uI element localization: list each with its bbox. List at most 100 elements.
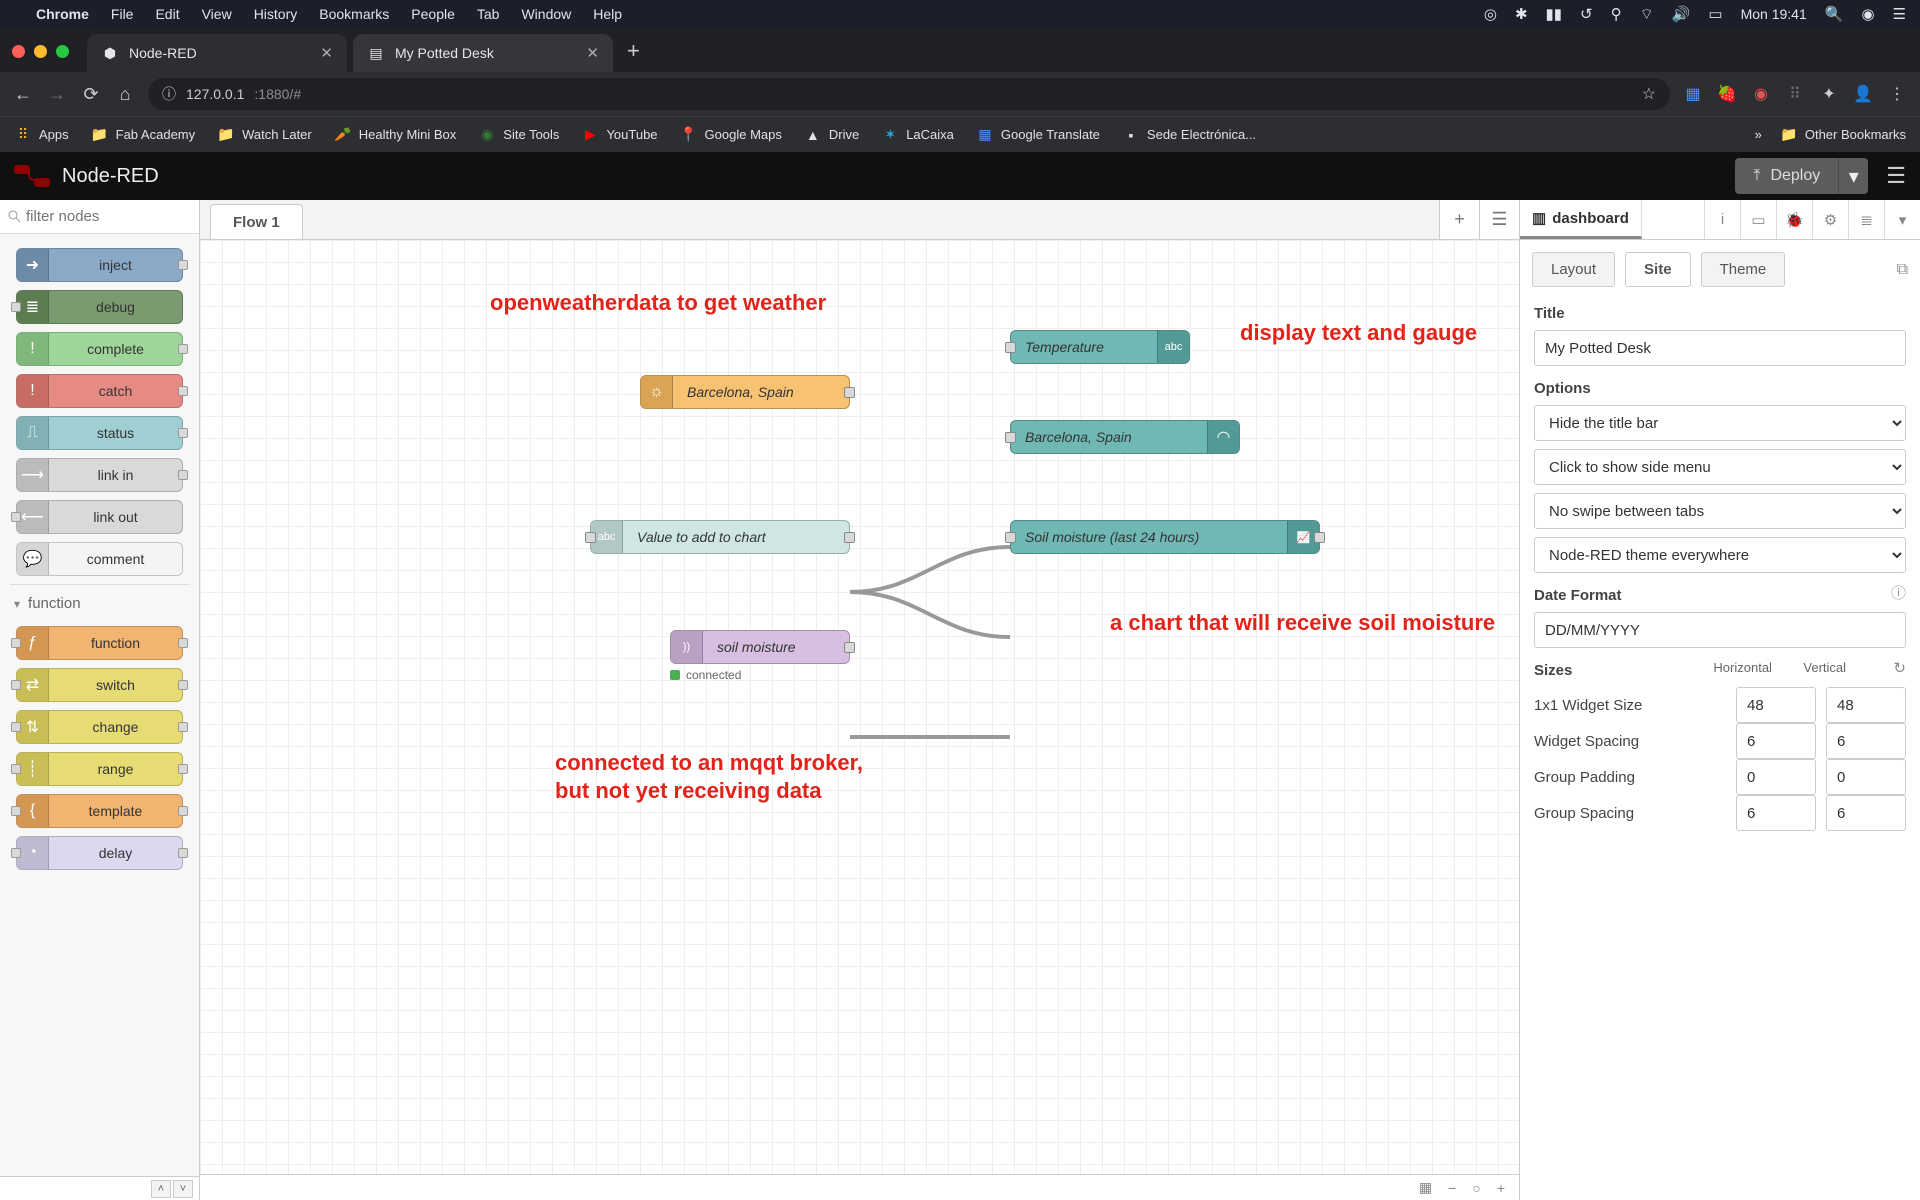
menu-window[interactable]: Window [521,6,571,22]
flow-node-mqtt[interactable]: ))soil moisture [670,630,850,664]
palette-category-function[interactable]: ▾function [10,584,189,618]
palette-collapse-down[interactable]: ˅ [173,1180,193,1198]
size-v-input[interactable] [1826,795,1906,831]
palette-collapse-up[interactable]: ˄ [151,1180,171,1198]
extension-icon[interactable]: ⠿ [1784,83,1806,105]
option-sidemenu[interactable]: Click to show side menu [1534,449,1906,485]
palette-list[interactable]: ➜inject≣debug!complete!catch⎍status⟶link… [0,234,199,1176]
open-dashboard-icon[interactable]: ⧉ [1897,261,1908,279]
menu-bookmarks[interactable]: Bookmarks [319,6,389,22]
flow-node-value[interactable]: abcValue to add to chart [590,520,850,554]
volume-icon[interactable]: 🔊 [1672,5,1691,23]
bluetooth-icon[interactable]: ⚲ [1611,5,1622,23]
extension-icon[interactable]: ▦ [1682,83,1704,105]
bookmarks-overflow[interactable]: » [1755,127,1762,142]
bookmark-item[interactable]: 📁Watch Later [217,126,312,144]
bookmark-item[interactable]: 📍Google Maps [680,126,782,144]
bookmark-item[interactable]: ✶LaCaixa [881,126,954,144]
option-titlebar[interactable]: Hide the title bar [1534,405,1906,441]
sidebar-tab-more[interactable]: ▾ [1884,200,1920,239]
back-button[interactable]: ← [12,84,34,105]
spotlight-icon[interactable]: 🔍 [1825,5,1844,23]
other-bookmarks[interactable]: 📁Other Bookmarks [1780,126,1906,144]
size-v-input[interactable] [1826,687,1906,723]
bookmark-item[interactable]: ◉Site Tools [478,126,559,144]
forward-button[interactable]: → [46,84,68,105]
notification-center-icon[interactable]: ☰ [1893,5,1906,23]
bookmark-item[interactable]: ▶YouTube [581,126,657,144]
menu-help[interactable]: Help [593,6,622,22]
navigator-icon[interactable]: ▦ [1413,1179,1438,1196]
info-icon[interactable]: ⓘ [1891,582,1906,603]
deploy-dropdown[interactable]: ▾ [1838,158,1868,194]
browser-tab[interactable]: ▤ My Potted Desk ✕ [353,34,613,72]
palette-node-status[interactable]: ⎍status [16,416,183,450]
address-bar[interactable]: ⓘ 127.0.0.1:1880/# ☆ [148,78,1670,110]
flow-node-gauge[interactable]: Barcelona, Spain◠ [1010,420,1240,454]
maximize-window-button[interactable] [56,45,69,58]
size-v-input[interactable] [1826,759,1906,795]
minimize-window-button[interactable] [34,45,47,58]
siri-icon[interactable]: ◉ [1861,5,1874,23]
bookmark-item[interactable]: 📁Fab Academy [91,126,196,144]
size-v-input[interactable] [1826,723,1906,759]
flow-node-weather[interactable]: ☼Barcelona, Spain [640,375,850,409]
option-swipe[interactable]: No swipe between tabs [1534,493,1906,529]
palette-search-input[interactable] [8,208,191,225]
bookmark-apps[interactable]: ⠿Apps [14,126,69,144]
title-input[interactable] [1534,330,1906,366]
palette-node-template[interactable]: {template [16,794,183,828]
zoom-out-button[interactable]: − [1442,1180,1462,1196]
palette-node-comment[interactable]: 💬comment [16,542,183,576]
flow-node-temp[interactable]: Temperatureabc [1010,330,1190,364]
chrome-menu-icon[interactable]: ⋮ [1886,83,1908,105]
menu-history[interactable]: History [254,6,298,22]
new-tab-button[interactable]: + [627,38,640,64]
bookmark-item[interactable]: ▦Google Translate [976,126,1100,144]
close-tab-icon[interactable]: ✕ [320,44,333,62]
sidebar-tab-debug[interactable]: 🐞 [1776,200,1812,239]
wifi-icon[interactable]: ⌔ [1640,5,1654,24]
status-icon[interactable]: ▮▮ [1546,5,1563,23]
extension-icon[interactable]: 🍓 [1716,83,1738,105]
bookmark-star-icon[interactable]: ☆ [1642,84,1656,104]
close-window-button[interactable] [12,45,25,58]
add-flow-button[interactable]: + [1439,200,1479,239]
dateformat-input[interactable] [1534,612,1906,648]
palette-node-delay[interactable]: ◔delay [16,836,183,870]
palette-node-complete[interactable]: !complete [16,332,183,366]
menu-file[interactable]: File [111,6,134,22]
palette-node-change[interactable]: ⇅change [16,710,183,744]
extensions-menu-icon[interactable]: ✦ [1818,83,1840,105]
flow-canvas[interactable]: ☼Barcelona, Spain Temperatureabc Barcelona… [200,240,1519,1174]
subtab-theme[interactable]: Theme [1701,252,1786,287]
extension-icon[interactable]: ◉ [1750,83,1772,105]
subtab-site[interactable]: Site [1625,252,1691,287]
palette-node-link out[interactable]: ⟵link out [16,500,183,534]
sidebar-tab-dashboard[interactable]: ▥dashboard [1520,200,1642,239]
size-h-input[interactable] [1736,723,1816,759]
main-menu-icon[interactable]: ☰ [1886,163,1906,189]
palette-node-debug[interactable]: ≣debug [16,290,183,324]
menu-tab[interactable]: Tab [477,6,500,22]
zoom-in-button[interactable]: + [1491,1180,1511,1196]
menu-people[interactable]: People [411,6,455,22]
profile-avatar[interactable]: 👤 [1852,83,1874,105]
flow-tab[interactable]: Flow 1 [210,204,303,239]
reset-sizes-icon[interactable]: ↻ [1893,659,1906,677]
size-h-input[interactable] [1736,795,1816,831]
flow-node-chart[interactable]: Soil moisture (last 24 hours)📈 [1010,520,1320,554]
time-machine-icon[interactable]: ↺ [1580,5,1593,23]
zoom-reset-button[interactable]: ○ [1466,1180,1486,1196]
browser-tab[interactable]: ⬢ Node-RED ✕ [87,34,347,72]
reload-button[interactable]: ⟳ [80,84,102,105]
close-tab-icon[interactable]: ✕ [586,44,599,62]
deploy-button[interactable]: ⤒Deploy [1735,158,1838,194]
bookmark-item[interactable]: 🥕Healthy Mini Box [334,126,457,144]
menubar-clock[interactable]: Mon 19:41 [1741,6,1807,22]
site-info-icon[interactable]: ⓘ [162,84,176,104]
flow-list-button[interactable]: ☰ [1479,200,1519,239]
subtab-layout[interactable]: Layout [1532,252,1615,287]
option-theme[interactable]: Node-RED theme everywhere [1534,537,1906,573]
palette-node-link in[interactable]: ⟶link in [16,458,183,492]
